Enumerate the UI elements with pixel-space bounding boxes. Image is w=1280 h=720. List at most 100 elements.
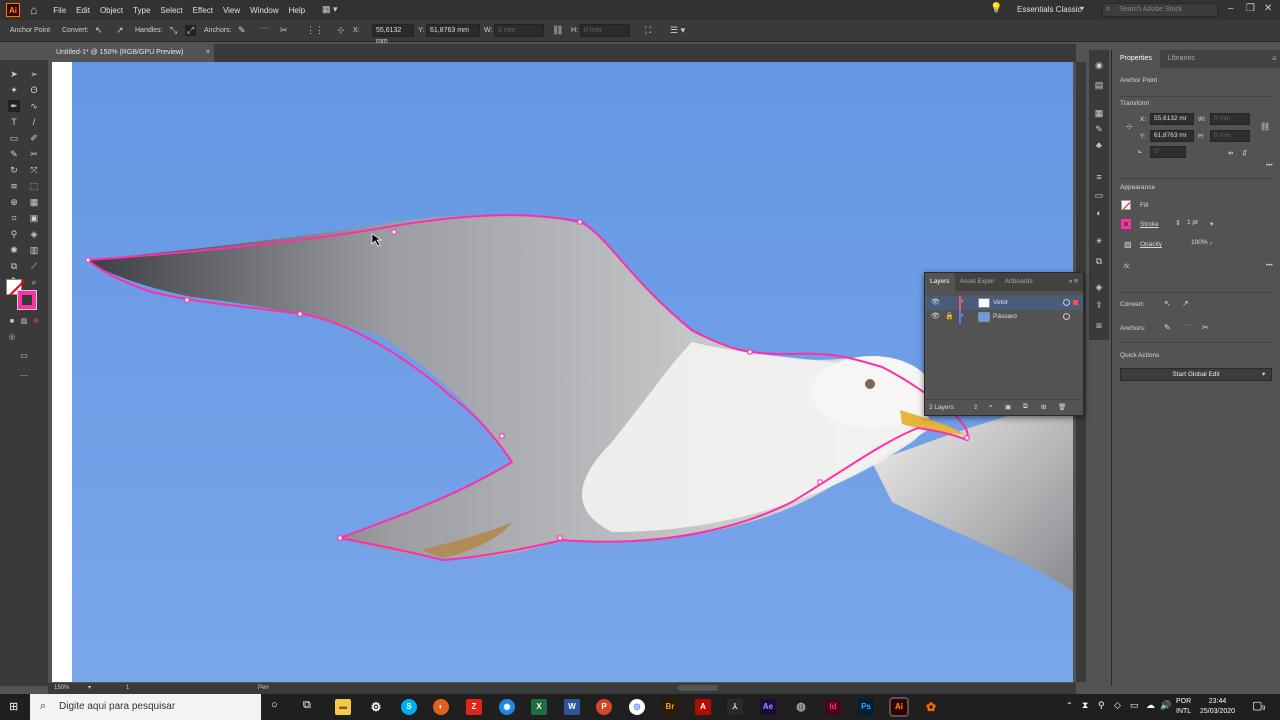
stroke-weight-field[interactable]: 1 pt <box>1184 218 1206 230</box>
cloud-icon[interactable]: ☁ <box>1146 700 1155 711</box>
symbol-sprayer-tool-icon[interactable]: ✺ <box>8 244 20 256</box>
chevron-right-icon[interactable]: › <box>1210 240 1212 247</box>
target-circle-icon[interactable] <box>1063 299 1070 306</box>
anchor-point[interactable] <box>747 349 753 355</box>
stepper-icon[interactable]: ⇕ <box>1175 219 1181 227</box>
expand-arrow-icon[interactable]: › <box>961 298 963 305</box>
app-icon[interactable]: ◉ <box>499 699 515 715</box>
flip-horizontal-icon[interactable]: ⇹ <box>1228 149 1233 157</box>
layer-name[interactable]: Vetor <box>993 299 1008 306</box>
screen-mode-icon[interactable]: ▭ <box>18 350 30 362</box>
brushes-icon[interactable]: ✎ <box>1093 124 1105 134</box>
photoshop-icon[interactable]: Ps <box>858 699 874 715</box>
after-effects-icon[interactable]: Ae <box>760 699 776 715</box>
show-handles-icon[interactable]: ⤡ <box>170 25 177 36</box>
anchor-point[interactable] <box>964 435 970 441</box>
graphic-styles-icon[interactable]: ⧉ <box>1093 256 1105 266</box>
task-view-icon[interactable]: ⧉ <box>303 699 311 712</box>
chevron-down-icon[interactable]: ▾ <box>88 684 91 691</box>
home-icon[interactable]: ⌂ <box>30 3 37 17</box>
hide-handles-icon[interactable]: ⤢ <box>185 25 197 36</box>
convert-smooth-icon[interactable]: ↗ <box>116 25 124 36</box>
clock[interactable]: 23:44 25/03/2020 <box>1200 697 1235 717</box>
anchor-point[interactable] <box>337 535 343 541</box>
new-sublayer-icon[interactable]: ⧉ <box>1023 403 1028 411</box>
tab-properties[interactable]: Properties <box>1112 50 1160 68</box>
canvas[interactable] <box>52 62 1073 682</box>
transparency-icon[interactable]: ◐ <box>1093 208 1105 218</box>
layer-name[interactable]: Pássaro <box>993 313 1017 320</box>
delete-icon[interactable]: 🗑 <box>1058 403 1066 411</box>
stroke-swatch[interactable] <box>1121 219 1131 229</box>
layer-row[interactable]: 👁 › Vetor <box>925 296 1083 310</box>
chevron-down-icon[interactable]: ▾ <box>1210 220 1213 228</box>
paintbrush-tool-icon[interactable]: ✐ <box>28 132 40 144</box>
pen-tool-icon[interactable]: ✒ <box>8 100 20 112</box>
chevron-up-icon[interactable]: ⌃ <box>1066 701 1073 710</box>
usb-icon[interactable]: ⚲ <box>1098 700 1105 711</box>
w-field[interactable]: 0 mm <box>1210 113 1250 125</box>
menu-view[interactable]: View <box>223 6 240 15</box>
direct-selection-tool-icon[interactable]: ➢ <box>28 68 40 80</box>
anchor-point[interactable] <box>817 479 823 485</box>
expand-arrow-icon[interactable]: › <box>961 312 963 319</box>
blender-icon[interactable]: ◐ <box>433 699 449 715</box>
menu-type[interactable]: Type <box>133 6 150 15</box>
skype-icon[interactable]: S <box>401 699 417 715</box>
visibility-eye-icon[interactable]: 👁 <box>931 298 940 306</box>
convert-smooth-icon[interactable]: ↗ <box>1182 299 1189 308</box>
stroke-label[interactable]: Stroke <box>1140 221 1159 228</box>
panel-menu-icon[interactable]: ≡ <box>1272 54 1277 63</box>
stock-search-input[interactable]: Search Adobe Stock <box>1102 3 1218 17</box>
warp-tool-icon[interactable]: ≋ <box>8 180 20 192</box>
slice-tool-icon[interactable]: ⟋ <box>28 260 40 272</box>
powerpoint-icon[interactable]: P <box>596 699 612 715</box>
free-transform-tool-icon[interactable]: ⬚ <box>28 180 40 192</box>
shape-builder-tool-icon[interactable]: ⊕ <box>8 196 20 208</box>
tab-layers[interactable]: Layers <box>925 273 955 291</box>
layers-icon[interactable]: ◈ <box>1093 282 1105 292</box>
remove-anchor-icon[interactable]: ✎ <box>1164 323 1171 332</box>
arrange-documents-icon[interactable]: ▦ ▾ <box>322 4 338 15</box>
indesign-icon[interactable]: Id <box>825 699 841 715</box>
close-icon[interactable]: ✕ <box>1264 3 1272 14</box>
volume-icon[interactable]: 🔊 <box>1160 700 1171 711</box>
reference-point-icon[interactable]: ⊹ <box>1126 122 1133 131</box>
tab-artboards[interactable]: Artboards <box>1000 273 1038 291</box>
line-tool-icon[interactable]: / <box>28 116 40 128</box>
scissors-tool-icon[interactable]: ✂ <box>28 148 40 160</box>
more-options-icon[interactable]: ••• <box>1266 262 1273 269</box>
gradient-panel-icon[interactable]: ▭ <box>1093 190 1105 200</box>
mesh-tool-icon[interactable]: ⌗ <box>8 212 20 224</box>
close-tab-icon[interactable]: × <box>206 44 210 62</box>
tab-libraries[interactable]: Libraries <box>1160 50 1203 68</box>
isolate-icon[interactable]: ⛶ <box>645 25 651 36</box>
convert-corner-icon[interactable]: ↖ <box>95 25 103 36</box>
remove-anchor-icon[interactable]: ✎ <box>238 25 246 36</box>
rectangle-tool-icon[interactable]: ▭ <box>8 132 20 144</box>
y-field[interactable]: 61,8763 mr <box>1150 130 1194 142</box>
angle-field[interactable]: 0° <box>1150 146 1186 158</box>
menu-select[interactable]: Select <box>160 6 182 15</box>
menu-edit[interactable]: Edit <box>76 6 90 15</box>
artboard-number[interactable]: 1 <box>126 685 129 691</box>
connect-anchors-icon[interactable]: ⌒ <box>260 25 269 38</box>
minimize-icon[interactable]: – <box>1228 3 1234 14</box>
shaper-tool-icon[interactable]: ✎ <box>8 148 20 160</box>
more-options-icon[interactable]: ••• <box>1266 162 1273 169</box>
clipping-mask-icon[interactable]: ▣ <box>1005 403 1011 411</box>
artboard-tool-icon[interactable]: ⧉ <box>8 260 20 272</box>
anchor-point[interactable] <box>297 311 303 317</box>
y-field[interactable]: 61,8763 mm <box>426 24 480 37</box>
bridge-icon[interactable]: Br <box>662 699 678 715</box>
perspective-grid-tool-icon[interactable]: ▦ <box>28 196 40 208</box>
color-guide-icon[interactable]: ◉ <box>1093 60 1105 70</box>
menu-help[interactable]: Help <box>289 6 305 15</box>
dropbox-icon[interactable]: ◇ <box>1114 700 1121 711</box>
scale-tool-icon[interactable]: ⤧ <box>28 164 40 176</box>
fill-swatch[interactable] <box>1121 200 1131 210</box>
menu-file[interactable]: File <box>53 6 66 15</box>
anchor-point[interactable] <box>577 219 583 225</box>
language-indicator[interactable]: POR INTL <box>1176 697 1191 717</box>
restore-icon[interactable]: ❐ <box>1246 3 1255 14</box>
